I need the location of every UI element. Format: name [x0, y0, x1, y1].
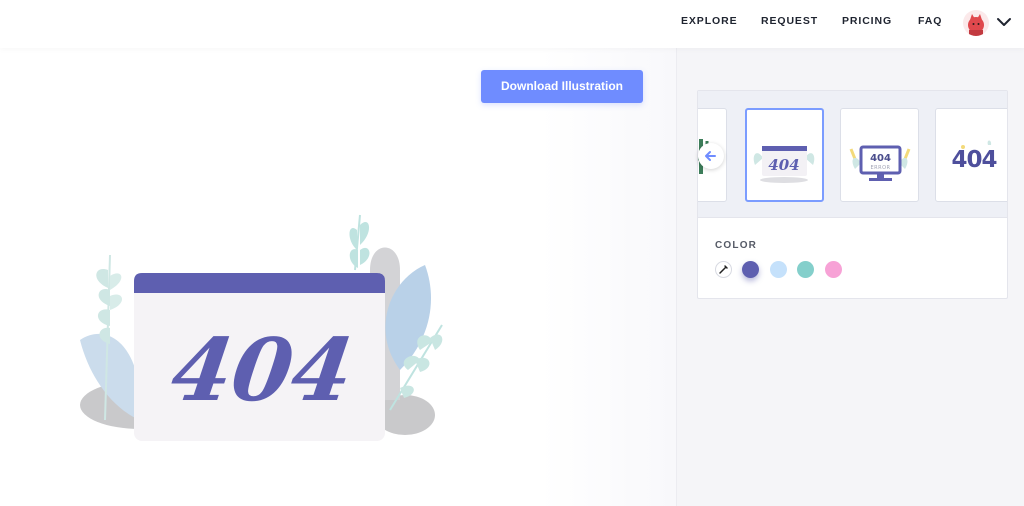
chevron-down-icon[interactable] — [995, 13, 1013, 31]
browser-404-thumbnail-text: 404 — [768, 156, 799, 174]
big-404-text: 404 — [951, 147, 996, 173]
browser-404-thumbnail[interactable]: 404 — [745, 108, 824, 202]
monitor-404-text: 404 — [870, 153, 891, 164]
color-swatch-teal[interactable] — [797, 261, 814, 278]
arrow-left-icon — [705, 151, 716, 161]
nav-request-link[interactable]: REQUEST — [761, 15, 818, 27]
thumbnail-carousel: 404 404 ERROR 404 — [698, 91, 1007, 218]
download-illustration-button[interactable]: Download Illustration — [481, 70, 643, 103]
user-avatar-icon[interactable] — [963, 10, 989, 36]
illustration-404-text: 404 — [166, 320, 360, 421]
nav-faq-link[interactable]: FAQ — [918, 15, 942, 27]
monitor-404-error-thumbnail[interactable]: 404 ERROR — [840, 108, 919, 202]
nav-explore-link[interactable]: EXPLORE — [681, 15, 737, 27]
eyedropper-icon[interactable] — [715, 261, 732, 278]
illustration-404-preview: 404 — [70, 210, 460, 450]
color-swatch-pink[interactable] — [825, 261, 842, 278]
color-swatch-light-blue[interactable] — [770, 261, 787, 278]
big-404-thumbnail[interactable]: 404 — [935, 108, 1007, 202]
top-navigation-bar: EXPLORE REQUEST PRICING FAQ — [0, 0, 1024, 48]
color-swatch-purple[interactable] — [742, 261, 759, 278]
monitor-error-text: ERROR — [870, 165, 890, 171]
carousel-prev-button[interactable] — [698, 143, 724, 169]
color-section-label: COLOR — [715, 240, 758, 251]
nav-pricing-link[interactable]: PRICING — [842, 15, 892, 27]
